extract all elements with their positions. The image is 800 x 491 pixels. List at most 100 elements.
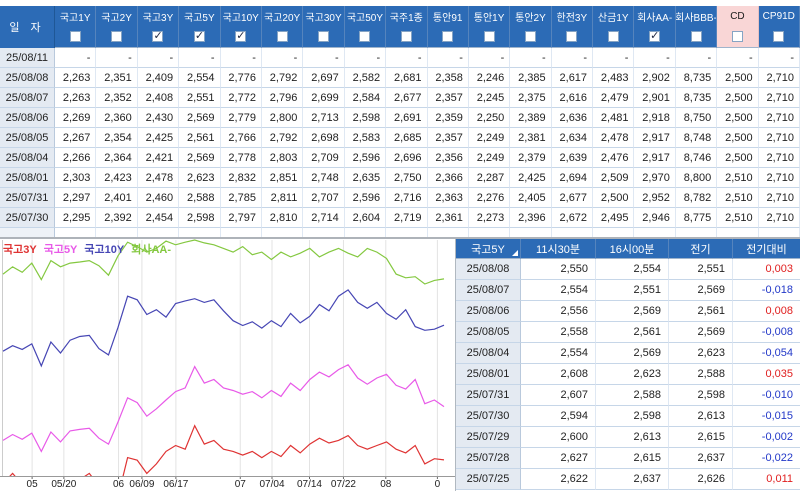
rate-cell: 2,425 — [137, 128, 180, 148]
column-checkbox-12[interactable] — [524, 31, 536, 42]
column-checkbox-9[interactable] — [400, 31, 412, 42]
column-checkbox-8[interactable] — [359, 31, 371, 42]
x-axis-labels: 05 05/20 06 06/09 06/17 07 07/04 07/14 07/22 08 0 — [0, 479, 455, 491]
detail-cell-1130: 2,600 — [521, 427, 596, 448]
rate-cell: 2,401 — [96, 188, 138, 208]
column-checkbox-cell-4 — [179, 26, 221, 48]
rate-cell: 2,596 — [344, 148, 387, 168]
rate-cell: 8,800 — [675, 168, 718, 188]
rate-cell: 2,584 — [344, 88, 387, 108]
rate-cell: 2,710 — [758, 68, 800, 88]
column-header-10[interactable]: 통안91 — [427, 6, 469, 26]
series-selector-label: 국고5Y — [471, 243, 505, 256]
column-header-12[interactable]: 통안2Y — [510, 6, 552, 26]
date-column-header[interactable]: 일 자 — [0, 6, 55, 48]
column-checkbox-cell-9 — [386, 26, 428, 48]
table-edge-cell — [179, 228, 221, 237]
column-checkbox-2[interactable] — [111, 31, 123, 42]
column-header-14[interactable]: 산금1Y — [593, 6, 635, 26]
rate-cell: - — [386, 48, 428, 68]
column-header-15[interactable]: 회사AA- — [634, 6, 676, 26]
detail-cell-1130: 2,622 — [521, 469, 596, 490]
detail-row-date: 25/07/28 — [456, 448, 521, 469]
detail-cell-prev: 2,551 — [669, 259, 733, 280]
column-checkbox-cell-10 — [427, 26, 469, 48]
column-header-7[interactable]: 국고30Y — [303, 6, 345, 26]
rate-cell: 2,716 — [386, 188, 428, 208]
rate-cell: 8,746 — [675, 148, 718, 168]
rate-cell: 2,245 — [468, 88, 511, 108]
detail-cell-change: -0,015 — [733, 406, 800, 427]
rate-cell: 2,478 — [137, 168, 180, 188]
column-checkbox-16[interactable] — [690, 31, 702, 42]
rate-cell: 2,408 — [137, 88, 180, 108]
detail-cell-prev: 2,623 — [669, 343, 733, 364]
column-checkbox-17[interactable] — [731, 31, 743, 42]
rate-cell: 2,500 — [593, 188, 635, 208]
column-header-6[interactable]: 국고20Y — [261, 6, 304, 26]
rate-cell: 2,710 — [758, 88, 800, 108]
column-checkbox-3[interactable] — [152, 29, 164, 42]
column-header-9[interactable]: 국주1종 — [386, 6, 428, 26]
column-checkbox-cell-6 — [261, 26, 304, 48]
detail-cell-change: 0,011 — [733, 469, 800, 490]
detail-cell-1600: 2,615 — [596, 448, 669, 469]
column-header-4[interactable]: 국고5Y — [179, 6, 221, 26]
detail-cell-change: 0,008 — [733, 301, 800, 322]
rate-cell: 2,616 — [551, 88, 594, 108]
rate-cell: 8,750 — [675, 108, 718, 128]
column-header-16[interactable]: 회사BBB- — [675, 6, 718, 26]
rates-line-chart — [0, 239, 455, 479]
column-header-2[interactable]: 국고2Y — [96, 6, 138, 26]
rate-cell: 2,917 — [634, 128, 676, 148]
column-checkbox-5[interactable] — [235, 29, 247, 42]
column-checkbox-1[interactable] — [69, 31, 81, 42]
table-edge-cell — [0, 228, 55, 237]
column-header-13[interactable]: 한전3Y — [551, 6, 594, 26]
column-header-18[interactable]: CP91D — [758, 6, 800, 26]
series-selector[interactable]: 국고5Y — [456, 239, 521, 259]
detail-row-date: 25/08/07 — [456, 280, 521, 301]
column-checkbox-6[interactable] — [276, 31, 288, 42]
rate-cell: 2,569 — [179, 108, 221, 128]
detail-row-date: 25/07/30 — [456, 406, 521, 427]
column-checkbox-18[interactable] — [773, 31, 785, 42]
detail-cell-1130: 2,558 — [521, 322, 596, 343]
column-checkbox-4[interactable] — [193, 29, 205, 42]
detail-column-header-prev[interactable]: 전기 — [669, 239, 733, 259]
column-header-1[interactable]: 국고1Y — [55, 6, 97, 26]
rates-chart-panel: 국고3Y 국고5Y 국고10Y 회사AA- 05 05/20 06 06/09 06/17 07… — [0, 239, 455, 491]
column-checkbox-15[interactable] — [649, 29, 661, 42]
rate-cell: 8,735 — [675, 68, 718, 88]
rate-cell: 2,561 — [179, 128, 221, 148]
detail-column-header-change[interactable]: 전기대비 — [733, 239, 800, 259]
column-header-17[interactable]: CD — [717, 6, 759, 26]
rate-cell: 2,785 — [220, 188, 262, 208]
column-checkbox-7[interactable] — [318, 31, 330, 42]
rate-cell: 2,917 — [634, 148, 676, 168]
chart-legend: 국고3Y 국고5Y 국고10Y 회사AA- — [3, 241, 178, 257]
rate-cell: 2,356 — [427, 148, 469, 168]
column-header-5[interactable]: 국고10Y — [220, 6, 262, 26]
rate-cell: 2,357 — [427, 88, 469, 108]
rate-cell: 2,266 — [55, 148, 97, 168]
x-axis-label: 07/22 — [330, 479, 356, 490]
column-checkbox-10[interactable] — [442, 31, 454, 42]
rate-cell: - — [634, 48, 676, 68]
column-checkbox-cell-15 — [634, 26, 676, 48]
column-header-11[interactable]: 통안1Y — [468, 6, 511, 26]
detail-column-header-1130[interactable]: 11시30분 — [521, 239, 596, 259]
rate-cell: 2,360 — [96, 108, 138, 128]
daily-rates-table: 일 자 국고1Y 국고2Y 국고3Y 국고5Y 국고10Y 국고20Y 국고30Y 국고50Y… — [0, 6, 800, 237]
column-checkbox-11[interactable] — [483, 31, 495, 42]
rate-cell: 2,694 — [551, 168, 594, 188]
rate-cell: - — [179, 48, 221, 68]
column-header-3[interactable]: 국고3Y — [137, 6, 180, 26]
column-header-8[interactable]: 국고50Y — [344, 6, 387, 26]
rate-cell: 2,710 — [758, 168, 800, 188]
rate-cell: 2,779 — [220, 108, 262, 128]
column-checkbox-14[interactable] — [607, 31, 619, 42]
column-checkbox-13[interactable] — [566, 31, 578, 42]
detail-cell-1600: 2,561 — [596, 322, 669, 343]
detail-column-header-1600[interactable]: 16시00분 — [596, 239, 669, 259]
